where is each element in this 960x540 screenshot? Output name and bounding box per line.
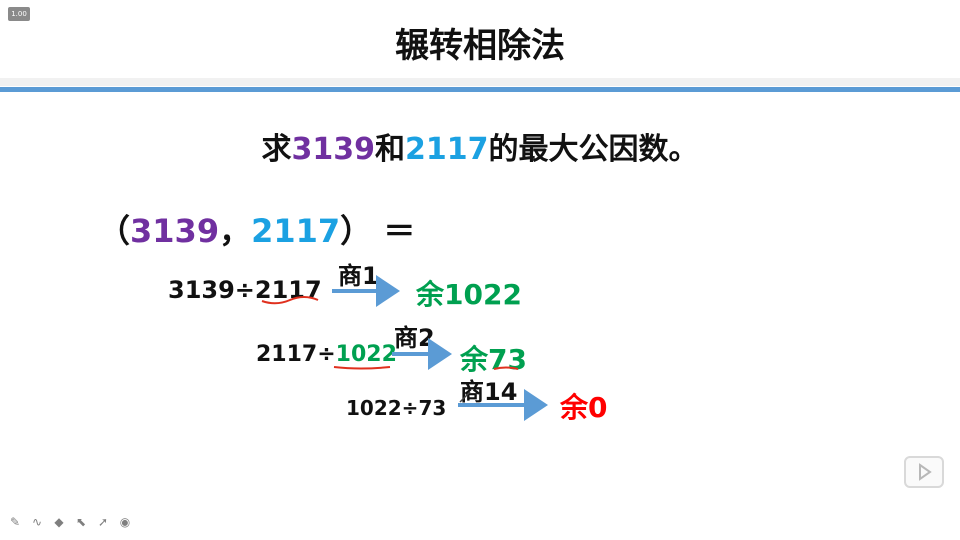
underline-1022-mark <box>333 366 391 370</box>
play-button[interactable] <box>904 456 944 488</box>
annotation-toolbar: ✎ ∿ ◆ ⬉ ➚ ◉ <box>8 514 132 530</box>
pointer-icon[interactable]: ⬉ <box>74 514 88 530</box>
underline-73-mark <box>493 366 519 370</box>
curve-icon[interactable]: ∿ <box>30 514 44 530</box>
eraser-icon[interactable]: ◆ <box>52 514 66 530</box>
arrow-cursor-icon[interactable]: ➚ <box>96 514 110 530</box>
record-icon[interactable]: ◉ <box>118 514 132 530</box>
play-icon <box>919 463 932 481</box>
annotation-layer <box>261 275 548 421</box>
underline-2117-mark <box>261 296 319 305</box>
pen-icon[interactable]: ✎ <box>8 514 22 530</box>
pen-stroke-mark <box>459 391 471 403</box>
